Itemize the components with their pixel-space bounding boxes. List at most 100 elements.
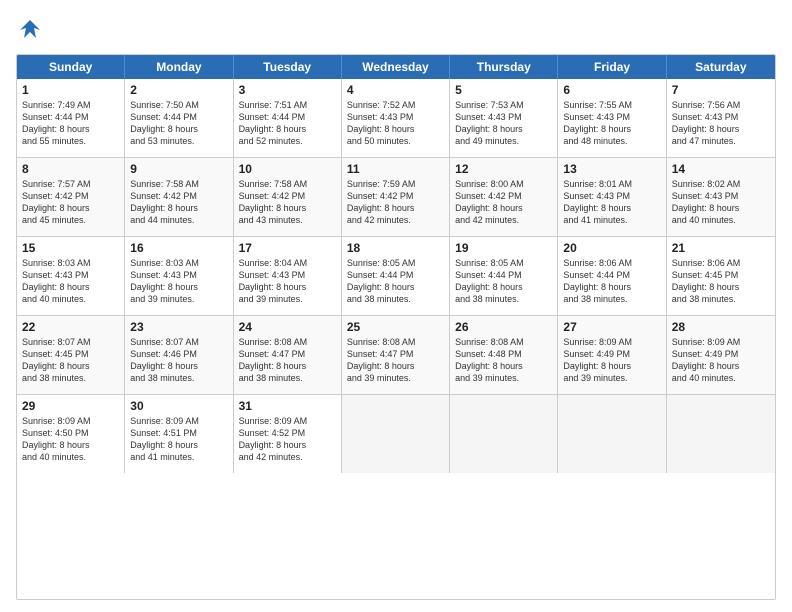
calendar-row: 8 Sunrise: 7:57 AMSunset: 4:42 PMDaylight… <box>17 157 775 236</box>
calendar-cell: 11 Sunrise: 7:59 AMSunset: 4:42 PMDayligh… <box>342 158 450 236</box>
calendar-row: 1Sunrise: 7:49 AMSunset: 4:44 PMDaylight… <box>17 79 775 157</box>
calendar-cell: 9 Sunrise: 7:58 AMSunset: 4:42 PMDaylight… <box>125 158 233 236</box>
calendar-cell: 25 Sunrise: 8:08 AMSunset: 4:47 PMDayligh… <box>342 316 450 394</box>
calendar-cell: 12 Sunrise: 8:00 AMSunset: 4:42 PMDayligh… <box>450 158 558 236</box>
calendar-cell <box>667 395 775 473</box>
calendar-cell: 26 Sunrise: 8:08 AMSunset: 4:48 PMDayligh… <box>450 316 558 394</box>
calendar-body: 1Sunrise: 7:49 AMSunset: 4:44 PMDaylight… <box>17 79 775 473</box>
calendar: SundayMondayTuesdayWednesdayThursdayFrid… <box>16 54 776 600</box>
day-number: 11 <box>347 162 444 176</box>
cell-info: Sunrise: 8:04 AMSunset: 4:43 PMDaylight:… <box>239 257 336 306</box>
day-number: 13 <box>563 162 660 176</box>
calendar-cell: 29Sunrise: 8:09 AMSunset: 4:50 PMDayligh… <box>17 395 125 473</box>
cell-info: Sunrise: 8:03 AMSunset: 4:43 PMDaylight:… <box>22 257 119 306</box>
day-number: 26 <box>455 320 552 334</box>
calendar-cell: 21Sunrise: 8:06 AMSunset: 4:45 PMDayligh… <box>667 237 775 315</box>
logo-icon <box>16 16 44 44</box>
calendar-cell: 17 Sunrise: 8:04 AMSunset: 4:43 PMDayligh… <box>234 237 342 315</box>
cell-info: Sunrise: 8:08 AMSunset: 4:47 PMDaylight:… <box>347 336 444 385</box>
calendar-cell: 27Sunrise: 8:09 AMSunset: 4:49 PMDayligh… <box>558 316 666 394</box>
cell-info: Sunrise: 8:02 AMSunset: 4:43 PMDaylight:… <box>672 178 770 227</box>
calendar-cell: 24 Sunrise: 8:08 AMSunset: 4:47 PMDayligh… <box>234 316 342 394</box>
weekday-header: Wednesday <box>342 55 450 79</box>
calendar-cell: 19 Sunrise: 8:05 AMSunset: 4:44 PMDayligh… <box>450 237 558 315</box>
day-number: 22 <box>22 320 119 334</box>
cell-info: Sunrise: 8:08 AMSunset: 4:48 PMDaylight:… <box>455 336 552 385</box>
cell-info: Sunrise: 8:09 AMSunset: 4:51 PMDaylight:… <box>130 415 227 464</box>
day-number: 24 <box>239 320 336 334</box>
day-number: 16 <box>130 241 227 255</box>
calendar-cell: 4 Sunrise: 7:52 AMSunset: 4:43 PMDaylight… <box>342 79 450 157</box>
day-number: 20 <box>563 241 660 255</box>
day-number: 8 <box>22 162 119 176</box>
calendar-cell: 5 Sunrise: 7:53 AMSunset: 4:43 PMDaylight… <box>450 79 558 157</box>
day-number: 25 <box>347 320 444 334</box>
day-number: 21 <box>672 241 770 255</box>
cell-info: Sunrise: 7:55 AMSunset: 4:43 PMDaylight:… <box>563 99 660 148</box>
cell-info: Sunrise: 8:00 AMSunset: 4:42 PMDaylight:… <box>455 178 552 227</box>
cell-info: Sunrise: 7:50 AMSunset: 4:44 PMDaylight:… <box>130 99 227 148</box>
cell-info: Sunrise: 8:08 AMSunset: 4:47 PMDaylight:… <box>239 336 336 385</box>
weekday-header: Friday <box>558 55 666 79</box>
day-number: 23 <box>130 320 227 334</box>
day-number: 2 <box>130 83 227 97</box>
header <box>16 16 776 44</box>
day-number: 7 <box>672 83 770 97</box>
weekday-header: Saturday <box>667 55 775 79</box>
cell-info: Sunrise: 8:03 AMSunset: 4:43 PMDaylight:… <box>130 257 227 306</box>
calendar-cell: 22Sunrise: 8:07 AMSunset: 4:45 PMDayligh… <box>17 316 125 394</box>
day-number: 17 <box>239 241 336 255</box>
day-number: 15 <box>22 241 119 255</box>
calendar-row: 15 Sunrise: 8:03 AMSunset: 4:43 PMDayligh… <box>17 236 775 315</box>
calendar-cell: 6 Sunrise: 7:55 AMSunset: 4:43 PMDaylight… <box>558 79 666 157</box>
cell-info: Sunrise: 8:01 AMSunset: 4:43 PMDaylight:… <box>563 178 660 227</box>
calendar-header: SundayMondayTuesdayWednesdayThursdayFrid… <box>17 55 775 79</box>
cell-info: Sunrise: 8:06 AMSunset: 4:44 PMDaylight:… <box>563 257 660 306</box>
day-number: 19 <box>455 241 552 255</box>
day-number: 6 <box>563 83 660 97</box>
calendar-cell: 10Sunrise: 7:58 AMSunset: 4:42 PMDayligh… <box>234 158 342 236</box>
calendar-cell: 18Sunrise: 8:05 AMSunset: 4:44 PMDayligh… <box>342 237 450 315</box>
day-number: 27 <box>563 320 660 334</box>
cell-info: Sunrise: 7:59 AMSunset: 4:42 PMDaylight:… <box>347 178 444 227</box>
day-number: 10 <box>239 162 336 176</box>
calendar-cell: 1Sunrise: 7:49 AMSunset: 4:44 PMDaylight… <box>17 79 125 157</box>
day-number: 1 <box>22 83 119 97</box>
cell-info: Sunrise: 8:09 AMSunset: 4:52 PMDaylight:… <box>239 415 336 464</box>
calendar-cell <box>558 395 666 473</box>
calendar-cell: 15 Sunrise: 8:03 AMSunset: 4:43 PMDayligh… <box>17 237 125 315</box>
cell-info: Sunrise: 7:56 AMSunset: 4:43 PMDaylight:… <box>672 99 770 148</box>
day-number: 30 <box>130 399 227 413</box>
weekday-header: Thursday <box>450 55 558 79</box>
page: SundayMondayTuesdayWednesdayThursdayFrid… <box>0 0 792 612</box>
cell-info: Sunrise: 7:53 AMSunset: 4:43 PMDaylight:… <box>455 99 552 148</box>
weekday-header: Tuesday <box>234 55 342 79</box>
cell-info: Sunrise: 8:05 AMSunset: 4:44 PMDaylight:… <box>455 257 552 306</box>
cell-info: Sunrise: 8:09 AMSunset: 4:50 PMDaylight:… <box>22 415 119 464</box>
day-number: 9 <box>130 162 227 176</box>
day-number: 14 <box>672 162 770 176</box>
cell-info: Sunrise: 8:07 AMSunset: 4:46 PMDaylight:… <box>130 336 227 385</box>
cell-info: Sunrise: 7:52 AMSunset: 4:43 PMDaylight:… <box>347 99 444 148</box>
calendar-cell <box>450 395 558 473</box>
day-number: 12 <box>455 162 552 176</box>
cell-info: Sunrise: 7:58 AMSunset: 4:42 PMDaylight:… <box>130 178 227 227</box>
calendar-cell: 31 Sunrise: 8:09 AMSunset: 4:52 PMDayligh… <box>234 395 342 473</box>
day-number: 18 <box>347 241 444 255</box>
calendar-cell: 13 Sunrise: 8:01 AMSunset: 4:43 PMDayligh… <box>558 158 666 236</box>
calendar-cell: 16 Sunrise: 8:03 AMSunset: 4:43 PMDayligh… <box>125 237 233 315</box>
calendar-cell: 28 Sunrise: 8:09 AMSunset: 4:49 PMDayligh… <box>667 316 775 394</box>
cell-info: Sunrise: 7:57 AMSunset: 4:42 PMDaylight:… <box>22 178 119 227</box>
calendar-cell: 14 Sunrise: 8:02 AMSunset: 4:43 PMDayligh… <box>667 158 775 236</box>
day-number: 4 <box>347 83 444 97</box>
calendar-row: 22Sunrise: 8:07 AMSunset: 4:45 PMDayligh… <box>17 315 775 394</box>
day-number: 31 <box>239 399 336 413</box>
calendar-cell <box>342 395 450 473</box>
day-number: 5 <box>455 83 552 97</box>
calendar-cell: 8 Sunrise: 7:57 AMSunset: 4:42 PMDaylight… <box>17 158 125 236</box>
calendar-cell: 23 Sunrise: 8:07 AMSunset: 4:46 PMDayligh… <box>125 316 233 394</box>
logo <box>16 16 48 44</box>
cell-info: Sunrise: 7:51 AMSunset: 4:44 PMDaylight:… <box>239 99 336 148</box>
day-number: 28 <box>672 320 770 334</box>
cell-info: Sunrise: 8:09 AMSunset: 4:49 PMDaylight:… <box>672 336 770 385</box>
